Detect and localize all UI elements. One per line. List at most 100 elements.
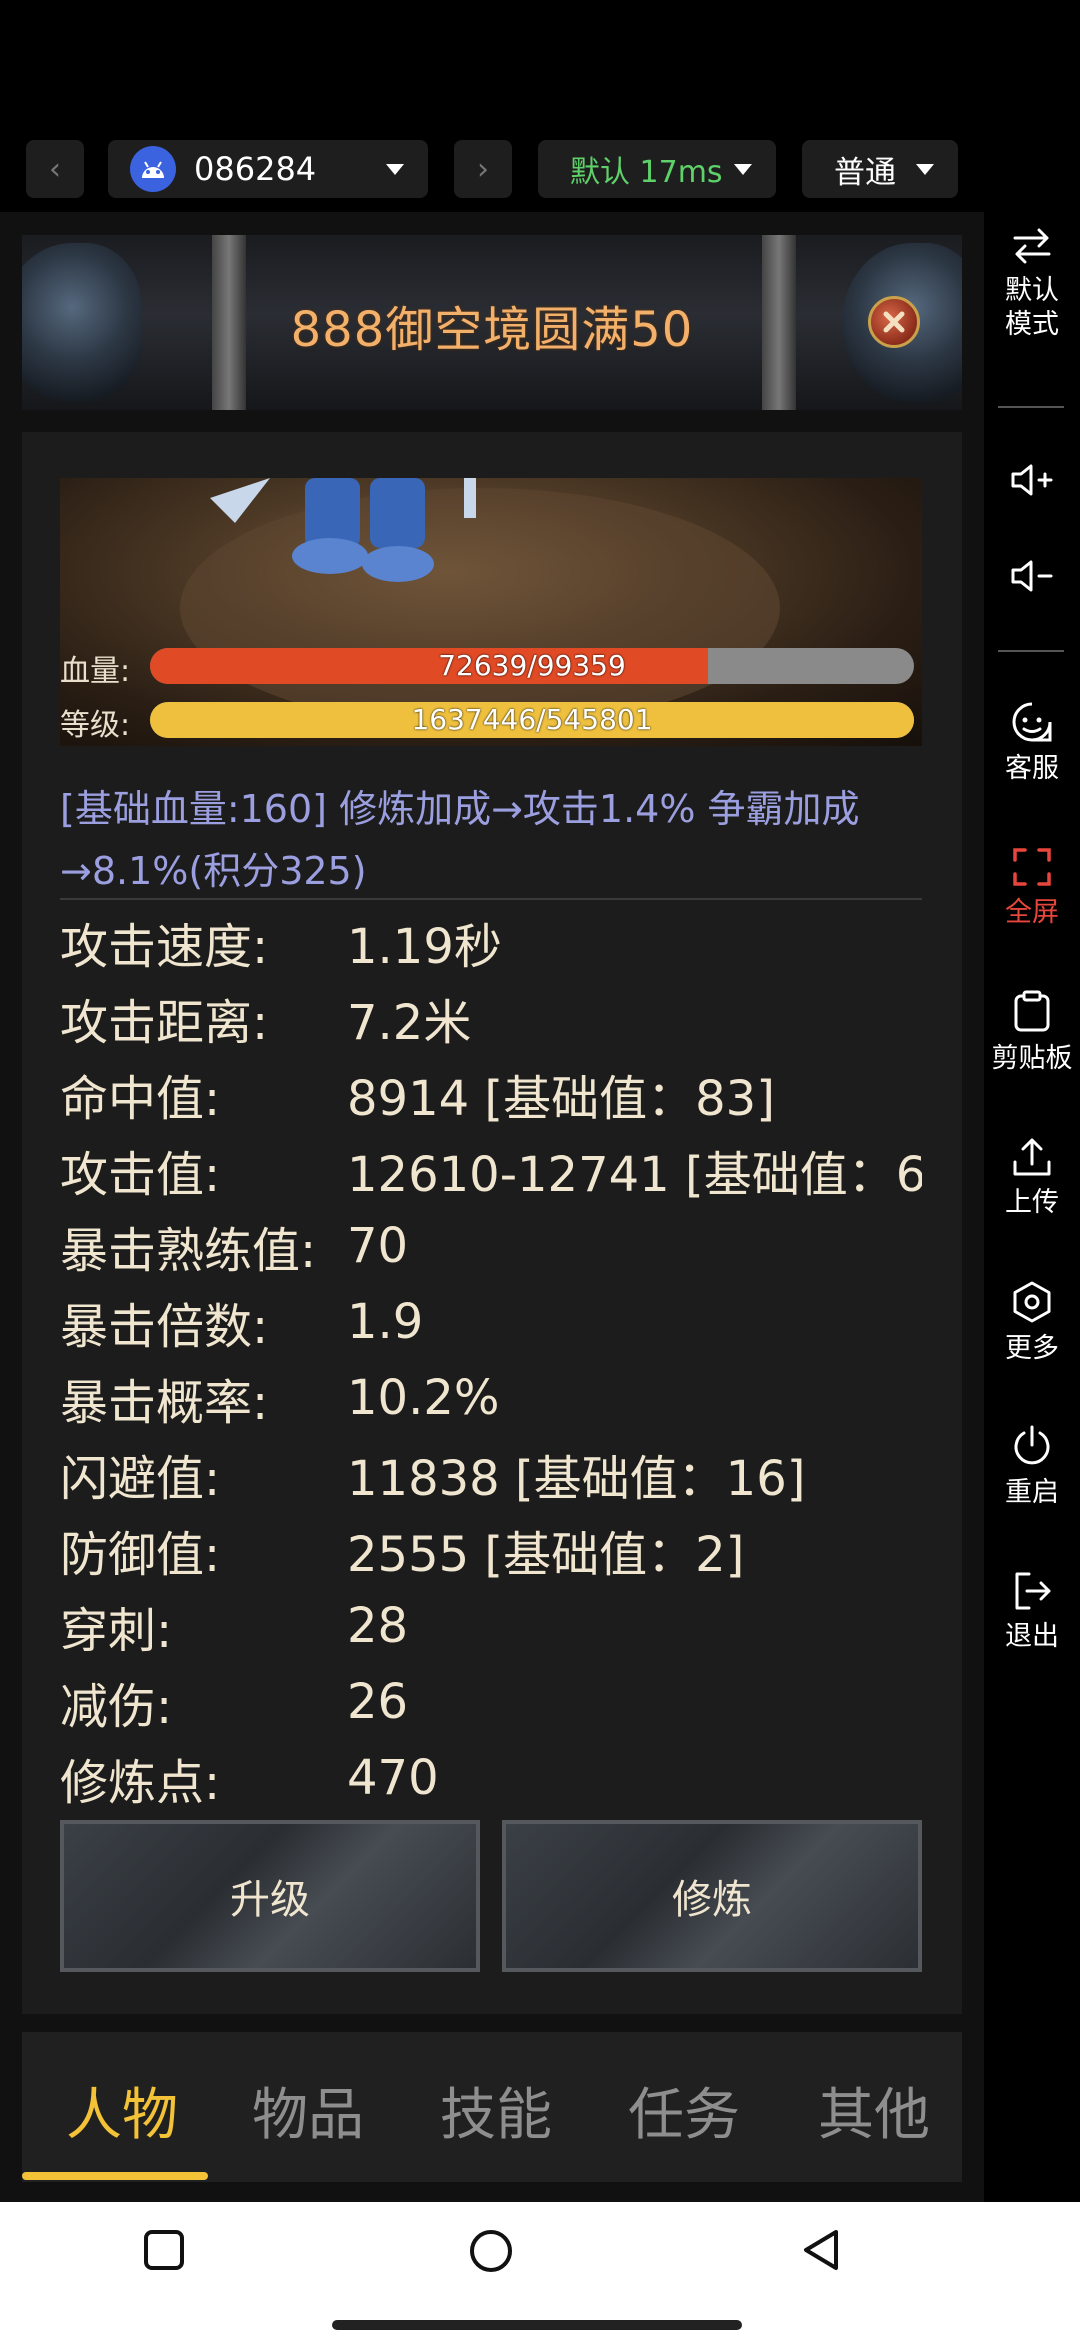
close-button[interactable]	[868, 296, 920, 348]
upload-button[interactable]: 上传	[984, 1136, 1080, 1220]
stat-label: 闪避值:	[60, 1451, 221, 1507]
exit-button[interactable]: 退出	[984, 1570, 1080, 1654]
home-icon[interactable]	[468, 2228, 514, 2274]
bonus-info-line-2: →8.1%(积分325)	[60, 849, 367, 893]
gesture-home-indicator[interactable]	[332, 2320, 742, 2330]
recents-icon[interactable]	[142, 2228, 186, 2272]
restart-button[interactable]: 重启	[984, 1424, 1080, 1510]
hp-bar: 72639/99359	[150, 648, 914, 684]
stat-label: 攻击速度:	[60, 919, 269, 975]
exit-label: 退出	[1005, 1621, 1059, 1652]
stat-label: 暴击熟练值:	[60, 1223, 317, 1279]
device-selector[interactable]: 086284	[108, 140, 428, 198]
stat-value: 7.2米	[347, 995, 472, 1051]
more-button[interactable]: 更多	[984, 1280, 1080, 1366]
stat-row: 暴击倍数: 1.9	[60, 1284, 922, 1360]
next-button[interactable]: ›	[454, 140, 512, 198]
quality-label: 普通	[834, 154, 896, 191]
stat-value: 12610-12741 [基础值：602	[347, 1147, 922, 1203]
cultivate-button[interactable]: 修炼	[502, 1820, 922, 1972]
stat-row: 暴击概率: 10.2%	[60, 1360, 922, 1436]
volume-down-icon	[1011, 560, 1053, 592]
tab-other[interactable]: 其他	[818, 2070, 930, 2151]
settings-hex-icon	[1013, 1281, 1051, 1323]
customer-service-button[interactable]: 客服	[984, 700, 1080, 786]
level-value: 1637446/545801	[411, 703, 653, 736]
level-label: 等级:	[60, 708, 131, 743]
ping-label: 默认 17ms	[570, 155, 723, 190]
title-banner: 888御空境圆满50	[22, 235, 962, 410]
sidebar-divider	[998, 406, 1064, 408]
stat-row: 修炼点: 470	[60, 1740, 922, 1816]
more-label: 更多	[1005, 1333, 1059, 1364]
stat-label: 命中值:	[60, 1071, 221, 1127]
stat-row: 防御值: 2555 [基础值：2]	[60, 1512, 922, 1588]
clipboard-label: 剪贴板	[991, 1043, 1073, 1074]
volume-up-button[interactable]	[984, 460, 1080, 508]
caret-down-icon	[916, 163, 934, 175]
mode-switch-button[interactable]: 默认 模式	[984, 226, 1080, 342]
stat-label: 攻击值:	[60, 1147, 221, 1203]
mode-label-2: 模式	[1005, 309, 1059, 340]
tab-quests[interactable]: 任务	[628, 2070, 740, 2151]
prev-button[interactable]: ‹	[26, 140, 84, 198]
mode-label-1: 默认	[1005, 275, 1059, 306]
upgrade-button[interactable]: 升级	[60, 1820, 480, 1972]
stat-row: 减伤: 26	[60, 1664, 922, 1740]
stat-row: 攻击速度: 1.19秒	[60, 904, 922, 980]
divider	[60, 898, 922, 900]
restart-label: 重启	[1005, 1477, 1059, 1508]
stat-value: 10.2%	[347, 1370, 500, 1426]
stat-label: 攻击距离:	[60, 995, 269, 1051]
exit-icon	[1015, 1572, 1051, 1610]
stat-label: 暴击概率:	[60, 1375, 269, 1431]
fullscreen-icon	[1013, 848, 1051, 886]
customer-service-label: 客服	[1005, 753, 1059, 784]
stat-value: 1.19秒	[347, 919, 502, 975]
stat-value: 70	[347, 1218, 409, 1274]
stat-value: 26	[347, 1674, 409, 1730]
stat-value: 11838 [基础值：16]	[347, 1451, 806, 1507]
caret-down-icon	[386, 163, 404, 175]
tab-skills[interactable]: 技能	[440, 2070, 552, 2151]
back-icon[interactable]	[800, 2228, 842, 2272]
stat-row: 穿刺: 28	[60, 1588, 922, 1664]
tab-indicator	[22, 2172, 208, 2180]
stat-value: 28	[347, 1598, 409, 1654]
stat-row: 攻击距离: 7.2米	[60, 980, 922, 1056]
power-icon	[1014, 1425, 1050, 1465]
android-icon	[130, 146, 176, 192]
tab-items[interactable]: 物品	[252, 2070, 364, 2151]
banner-title: 888御空境圆满50	[290, 302, 694, 358]
line-selector[interactable]: 默认 17ms	[538, 140, 776, 198]
stat-label: 减伤:	[60, 1679, 173, 1735]
caret-down-icon	[734, 163, 752, 175]
stat-value: 8914 [基础值：83]	[347, 1071, 775, 1127]
sidebar-divider	[998, 650, 1064, 652]
stat-row: 攻击值: 12610-12741 [基础值：602	[60, 1132, 922, 1208]
upload-label: 上传	[1005, 1187, 1059, 1218]
stat-label: 防御值:	[60, 1527, 221, 1583]
volume-up-icon	[1011, 464, 1053, 496]
fullscreen-button[interactable]: 全屏	[984, 846, 1080, 930]
fullscreen-label: 全屏	[1005, 897, 1059, 928]
stat-row: 闪避值: 11838 [基础值：16]	[60, 1436, 922, 1512]
stat-label: 暴击倍数:	[60, 1299, 269, 1355]
cultivate-label: 修炼	[672, 1877, 752, 1923]
volume-down-button[interactable]	[984, 556, 1080, 604]
quality-selector[interactable]: 普通	[802, 140, 958, 198]
chevron-right-icon: ›	[477, 151, 489, 187]
upload-icon	[1013, 1138, 1051, 1176]
clipboard-button[interactable]: 剪贴板	[984, 990, 1080, 1076]
close-icon	[883, 311, 905, 333]
bonus-info-line-1: [基础血量:160] 修炼加成→攻击1.4% 争霸加成	[60, 787, 860, 831]
device-id: 086284	[194, 150, 317, 188]
swap-arrows-icon	[1013, 228, 1051, 264]
chevron-left-icon: ‹	[49, 151, 61, 187]
stat-row: 暴击熟练值: 70	[60, 1208, 922, 1284]
level-bar: 1637446/545801	[150, 702, 914, 738]
tab-character[interactable]: 人物	[66, 2070, 178, 2151]
customer-service-icon	[1012, 702, 1052, 742]
clipboard-icon	[1014, 990, 1050, 1032]
stat-value: 470	[347, 1750, 439, 1806]
